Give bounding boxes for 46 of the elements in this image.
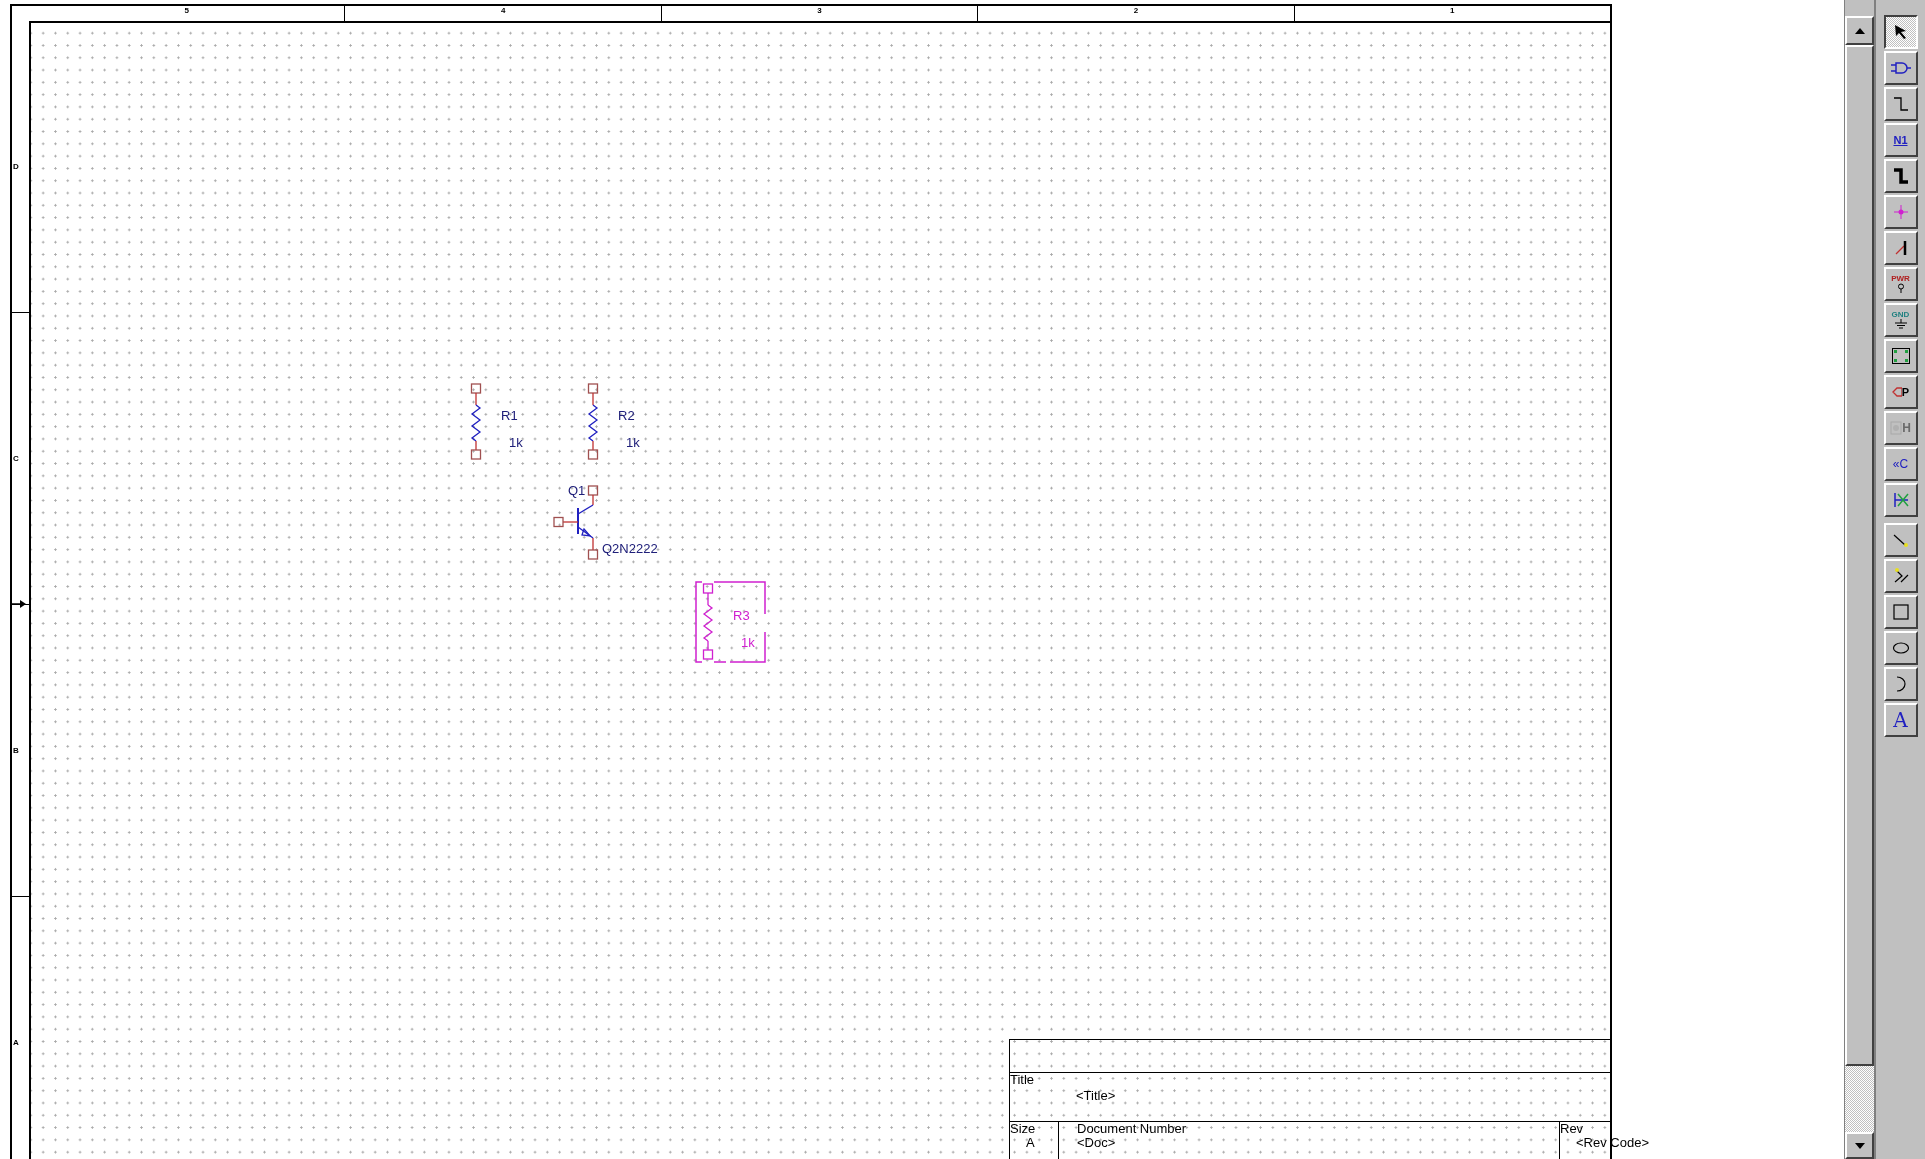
ellipse-icon xyxy=(1891,641,1910,655)
size-value: A xyxy=(1026,1136,1035,1150)
tool-button[interactable]: PWR xyxy=(1883,267,1918,301)
part-reference: R3 xyxy=(733,608,750,623)
document-number-value: <Doc> xyxy=(1077,1136,1116,1150)
part-reference: R2 xyxy=(618,408,635,423)
down-arrow-icon xyxy=(1854,1142,1865,1149)
ruler-label: 1 xyxy=(1450,6,1455,17)
ruler-label: 2 xyxy=(1133,6,1139,17)
gate-icon xyxy=(1889,61,1912,75)
ruler-label: C xyxy=(13,454,19,463)
title-label: Title xyxy=(1010,1073,1035,1087)
tool-button[interactable] xyxy=(1883,15,1918,49)
tool-button[interactable]: A xyxy=(1883,703,1918,737)
document-number-label: Document Number xyxy=(1077,1122,1187,1136)
wire-icon xyxy=(1891,95,1910,113)
ruler-label: D xyxy=(13,162,19,171)
tool-button[interactable]: N1 xyxy=(1883,123,1918,157)
size-label: Size xyxy=(1010,1122,1036,1136)
title-value: <Title> xyxy=(1076,1089,1116,1103)
ground-symbol-icon xyxy=(1893,319,1908,329)
scroll-down-button[interactable] xyxy=(1845,1132,1874,1159)
ruler-label: B xyxy=(13,746,19,755)
scroll-up-button[interactable] xyxy=(1845,16,1874,45)
part-value: 1k xyxy=(626,435,640,450)
tool-button[interactable]: «C xyxy=(1883,447,1918,481)
ruler-label: 3 xyxy=(817,6,822,17)
part-value: Q2N2222 xyxy=(602,541,658,556)
ruler-label: A xyxy=(13,1038,19,1047)
part-value: 1k xyxy=(509,435,523,450)
ruler-label: 4 xyxy=(500,6,506,17)
tool-button[interactable]: P xyxy=(1883,375,1918,409)
block-icon xyxy=(1890,347,1911,365)
arc-icon xyxy=(1894,675,1907,693)
part-reference: R1 xyxy=(501,408,518,423)
power-symbol-icon xyxy=(1895,283,1906,293)
rev-label: Rev xyxy=(1560,1122,1584,1136)
port-icon xyxy=(1891,386,1902,398)
up-arrow-icon xyxy=(1854,27,1865,34)
no-connect-icon xyxy=(1891,491,1910,509)
bus-icon xyxy=(1891,167,1910,185)
part-reference: Q1 xyxy=(568,483,586,498)
ruler-label: 5 xyxy=(184,6,189,17)
rectangle-icon xyxy=(1891,603,1910,621)
part-value: 1k xyxy=(741,635,755,650)
junction-icon xyxy=(1891,203,1910,221)
